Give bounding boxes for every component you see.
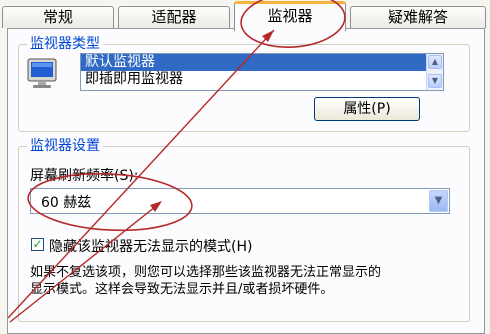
refresh-rate-select[interactable]: 60 赫兹 ▼ xyxy=(30,188,450,214)
tab-troubleshoot[interactable]: 疑难解答 xyxy=(350,6,486,28)
tab-strip: 常规 适配器 监视器 疑难解答 xyxy=(0,0,490,31)
hide-modes-checkbox[interactable]: ✓ xyxy=(31,238,44,251)
description-line-1: 如果不复选该项，则您可以选择那些该监视器无法正常显示的 xyxy=(30,265,382,280)
tab-general-label: 常规 xyxy=(42,8,73,26)
tab-general[interactable]: 常规 xyxy=(2,6,114,28)
refresh-rate-label: 屏幕刷新频率(S): xyxy=(30,168,139,184)
list-item-default-monitor[interactable]: 默认监视器 xyxy=(81,54,443,71)
tab-adapter-label: 适配器 xyxy=(151,8,197,26)
tab-troubleshoot-label: 疑难解答 xyxy=(387,8,448,26)
monitor-type-list[interactable]: 默认监视器 即插即用监视器 ▲ ▼ xyxy=(80,53,444,91)
monitor-settings-title: 监视器设置 xyxy=(27,137,103,155)
scroll-up-icon[interactable]: ▲ xyxy=(428,55,442,69)
dropdown-arrow-icon[interactable]: ▼ xyxy=(429,190,448,212)
monitor-type-title: 监视器类型 xyxy=(27,35,103,53)
list-scrollbar[interactable]: ▲ ▼ xyxy=(426,54,443,90)
scroll-down-icon[interactable]: ▼ xyxy=(428,74,442,88)
tab-adapter[interactable]: 适配器 xyxy=(118,6,230,28)
refresh-rate-value: 60 赫兹 xyxy=(41,195,92,211)
hide-modes-description: 如果不复选该项，则您可以选择那些该监视器无法正常显示的 显示模式。这样会导致无法… xyxy=(30,264,381,298)
tab-monitor-label: 监视器 xyxy=(267,7,313,25)
hide-modes-label[interactable]: 隐藏该监视器无法显示的模式(H) xyxy=(49,236,252,256)
description-line-2: 显示模式。这样会导致无法显示并且/或者损坏硬件。 xyxy=(30,282,334,297)
checkmark-icon: ✓ xyxy=(32,237,43,251)
properties-button[interactable]: 属性(P) xyxy=(314,97,420,121)
list-item-pnp-monitor[interactable]: 即插即用监视器 xyxy=(81,71,443,88)
tab-monitor[interactable]: 监视器 xyxy=(234,1,346,31)
monitor-icon xyxy=(27,58,57,88)
